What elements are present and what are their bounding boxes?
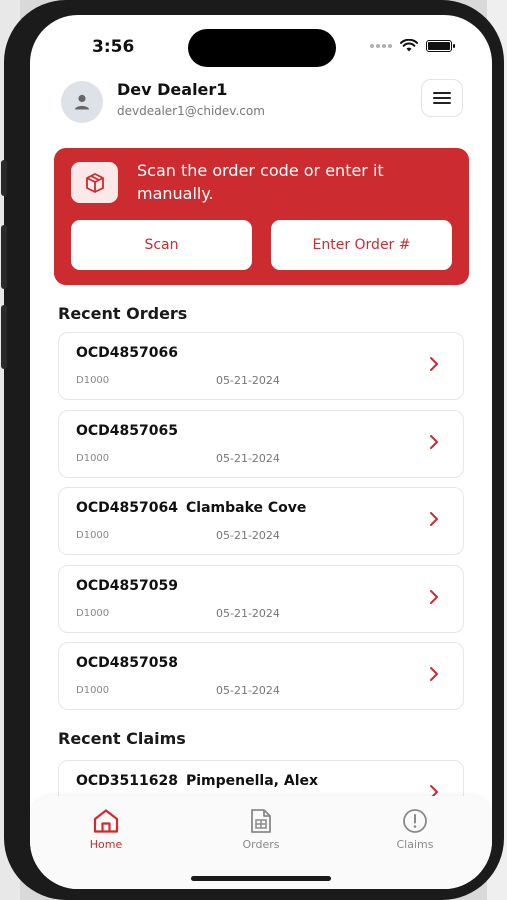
tab-home[interactable]: Home bbox=[61, 808, 151, 851]
hamburger-icon bbox=[433, 92, 451, 104]
chevron-right-icon bbox=[430, 667, 438, 681]
order-code: OCD4857064 bbox=[76, 500, 178, 516]
order-date: 05-21-2024 bbox=[216, 607, 280, 620]
order-card[interactable]: OCD4857066 D1000 05-21-2024 bbox=[58, 332, 464, 400]
order-code-line: OCD4857065 bbox=[76, 423, 178, 439]
order-date: 05-21-2024 bbox=[216, 452, 280, 465]
order-code-line: OCD4857058 bbox=[76, 655, 178, 671]
scan-banner: Scan the order code or enter it manually… bbox=[54, 148, 469, 285]
home-icon bbox=[93, 809, 119, 833]
dealer-code: D1000 bbox=[76, 530, 110, 541]
package-icon-container bbox=[71, 162, 118, 203]
enter-order-button[interactable]: Enter Order # bbox=[271, 220, 452, 270]
order-name: Clambake Cove bbox=[186, 500, 307, 516]
document-icon bbox=[251, 809, 271, 833]
order-card[interactable]: OCD4857064 Clambake Cove D1000 05-21-2024 bbox=[58, 487, 464, 555]
chevron-right-icon bbox=[430, 590, 438, 604]
dealer-code: D1000 bbox=[76, 453, 110, 464]
order-code-line: OCD4857059 bbox=[76, 578, 178, 594]
dealer-code: D1000 bbox=[76, 375, 110, 386]
claim-code-line: OCD3511628 Pimpenella, Alex bbox=[76, 773, 318, 789]
order-code-line: OCD4857064 Clambake Cove bbox=[76, 500, 306, 516]
avatar[interactable] bbox=[61, 81, 103, 123]
user-name: Dev Dealer1 bbox=[117, 80, 228, 99]
banner-text: Scan the order code or enter it manually… bbox=[137, 161, 384, 203]
order-code-line: OCD4857066 bbox=[76, 345, 178, 361]
tab-orders-label: Orders bbox=[242, 838, 280, 851]
user-icon bbox=[75, 94, 89, 110]
order-code: OCD4857058 bbox=[76, 655, 178, 671]
phone-frame: 3:56 Dev Dealer1 devdealer1@chidev.com S… bbox=[1, 0, 504, 900]
recent-claims-title: Recent Claims bbox=[58, 729, 186, 748]
order-date: 05-21-2024 bbox=[216, 374, 280, 387]
order-card[interactable]: OCD4857065 D1000 05-21-2024 bbox=[58, 410, 464, 478]
dynamic-island bbox=[188, 29, 336, 67]
tab-claims[interactable]: Claims bbox=[370, 808, 460, 851]
order-code: OCD4857066 bbox=[76, 345, 178, 361]
claim-name: Pimpenella, Alex bbox=[186, 773, 319, 789]
cellular-icon bbox=[370, 43, 392, 48]
claim-code: OCD3511628 bbox=[76, 773, 178, 789]
tab-orders[interactable]: Orders bbox=[216, 808, 306, 851]
order-code: OCD4857065 bbox=[76, 423, 178, 439]
order-date: 05-21-2024 bbox=[216, 684, 280, 697]
status-time: 3:56 bbox=[92, 37, 135, 57]
tab-home-label: Home bbox=[89, 838, 123, 851]
battery-icon bbox=[426, 39, 455, 52]
order-date: 05-21-2024 bbox=[216, 529, 280, 542]
status-icons bbox=[370, 39, 455, 52]
home-indicator bbox=[191, 876, 331, 881]
chevron-right-icon bbox=[430, 435, 438, 449]
order-card[interactable]: OCD4857058 D1000 05-21-2024 bbox=[58, 642, 464, 710]
chevron-right-icon bbox=[430, 512, 438, 526]
menu-button[interactable] bbox=[421, 79, 463, 117]
scan-button[interactable]: Scan bbox=[71, 220, 252, 270]
volume-down-button bbox=[1, 305, 7, 369]
dealer-code: D1000 bbox=[76, 685, 110, 696]
order-code: OCD4857059 bbox=[76, 578, 178, 594]
volume-up-button bbox=[1, 225, 7, 289]
recent-orders-title: Recent Orders bbox=[58, 304, 188, 323]
package-icon bbox=[85, 172, 104, 193]
tab-claims-label: Claims bbox=[396, 838, 434, 851]
side-button bbox=[1, 160, 7, 196]
alert-circle-icon bbox=[403, 809, 427, 833]
dealer-code: D1000 bbox=[76, 608, 110, 619]
user-email: devdealer1@chidev.com bbox=[117, 104, 265, 118]
screen: 3:56 Dev Dealer1 devdealer1@chidev.com S… bbox=[30, 15, 492, 889]
order-card[interactable]: OCD4857059 D1000 05-21-2024 bbox=[58, 565, 464, 633]
wifi-icon bbox=[400, 39, 418, 52]
chevron-right-icon bbox=[430, 357, 438, 371]
